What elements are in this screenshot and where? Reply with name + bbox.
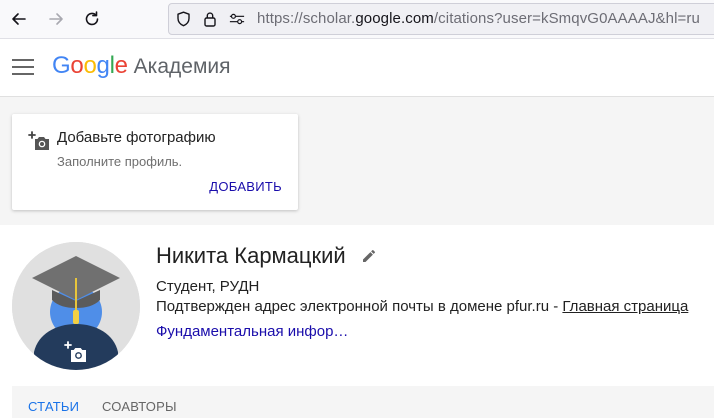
pencil-icon[interactable] bbox=[361, 248, 377, 264]
address-bar[interactable]: https://scholar.google.com/citations?use… bbox=[168, 3, 714, 35]
logo-letter: o bbox=[70, 52, 84, 79]
logo-letter: e bbox=[114, 52, 128, 79]
menu-icon-bar bbox=[12, 73, 34, 75]
arrow-right-icon bbox=[49, 13, 63, 25]
url-host: google.com bbox=[355, 10, 434, 27]
menu-button[interactable] bbox=[12, 59, 34, 75]
verified-email: Подтвержден адрес электронной почты в до… bbox=[156, 298, 688, 315]
profile-name: Никита Кармацкий bbox=[156, 243, 346, 268]
menu-icon-bar bbox=[12, 66, 34, 68]
card-title: Добавьте фотографию bbox=[57, 129, 216, 146]
product-name: Академия bbox=[133, 55, 231, 78]
tab-coauthors[interactable]: СОАВТОРЫ bbox=[102, 399, 177, 414]
interest-link[interactable]: Фундаментальная инфор… bbox=[156, 323, 348, 340]
permissions-icon[interactable] bbox=[229, 11, 245, 27]
logo-letter: o bbox=[83, 52, 97, 79]
shield-icon[interactable] bbox=[175, 11, 191, 27]
reload-button[interactable] bbox=[81, 8, 103, 30]
tab-articles[interactable]: СТАТЬИ bbox=[28, 399, 79, 414]
profile-tabs: СТАТЬИ СОАВТОРЫ bbox=[12, 386, 714, 418]
url-path: /citations?user=kSmqvG0AAAAJ&hl=ru bbox=[433, 10, 700, 27]
reload-icon bbox=[85, 11, 99, 26]
add-photo-card: Добавьте фотографию Заполните профиль. Д… bbox=[12, 114, 298, 210]
verified-email-text: Подтвержден адрес электронной почты в до… bbox=[156, 298, 563, 315]
logo-letter: g bbox=[96, 52, 110, 79]
add-photo-icon bbox=[28, 131, 49, 150]
lock-icon[interactable] bbox=[202, 11, 218, 27]
change-photo-icon[interactable] bbox=[64, 341, 88, 363]
scholar-logo[interactable]: Google Академия bbox=[52, 52, 230, 80]
url-text[interactable]: https://scholar.google.com/citations?use… bbox=[257, 10, 700, 27]
forward-button[interactable] bbox=[45, 8, 67, 30]
logo-letter: G bbox=[52, 52, 71, 79]
google-wordmark: Google bbox=[52, 52, 128, 79]
homepage-link[interactable]: Главная страница bbox=[562, 298, 688, 315]
card-subtitle: Заполните профиль. bbox=[57, 154, 183, 169]
back-button[interactable] bbox=[8, 8, 30, 30]
scholar-header: Google Академия bbox=[0, 39, 714, 97]
add-photo-button[interactable]: ДОБАВИТЬ bbox=[209, 179, 282, 194]
affiliation: Студент, РУДН bbox=[156, 278, 260, 295]
menu-icon bbox=[12, 59, 34, 61]
arrow-left-icon bbox=[12, 13, 26, 25]
browser-toolbar: https://scholar.google.com/citations?use… bbox=[0, 0, 714, 39]
url-prefix: https://scholar. bbox=[257, 10, 356, 27]
